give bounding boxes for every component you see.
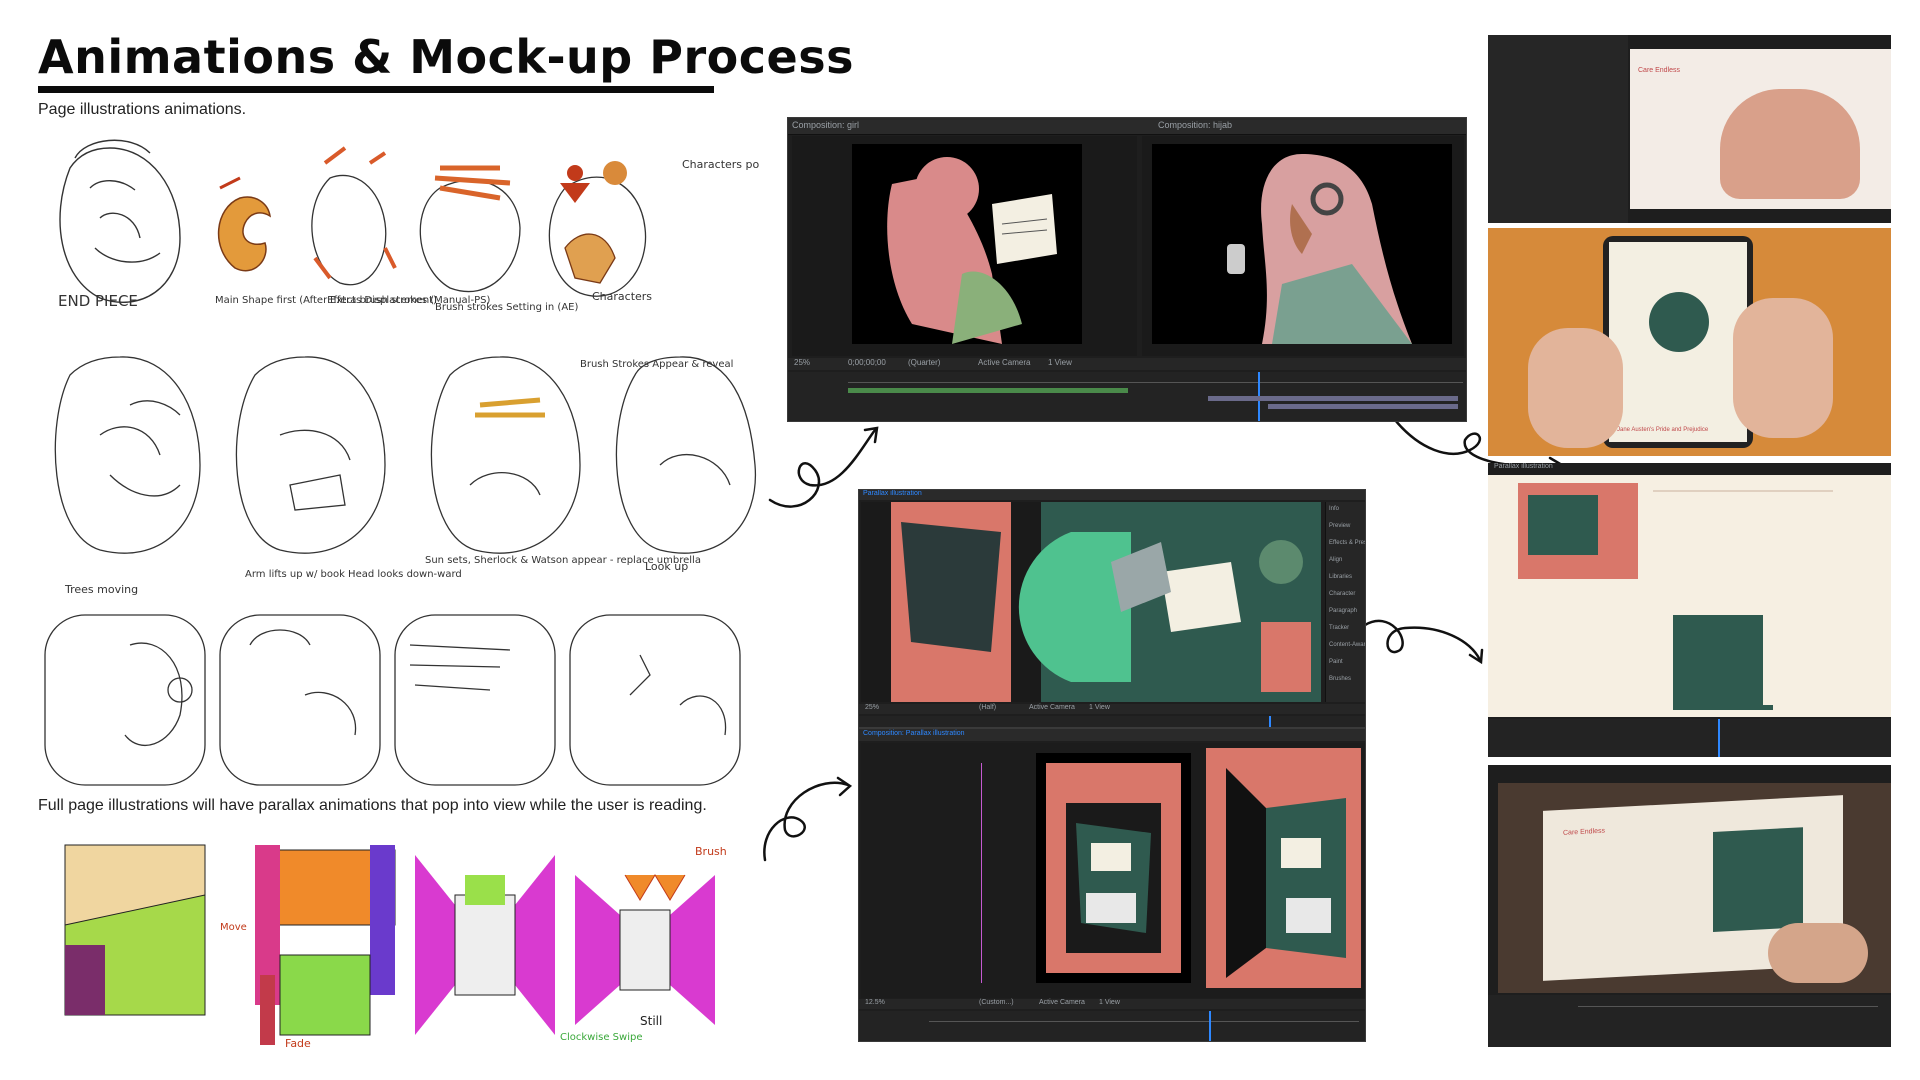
mockup-preview: Care Endless [1630,49,1891,209]
ae-sidebar-item[interactable]: Align [1329,557,1342,563]
ae-view-select[interactable]: 1 View [1099,999,1120,1006]
ae-panel-title[interactable]: Parallax illustration [863,490,922,497]
tablet-screen: Jane Austen's Pride and Prejudice [1609,242,1747,442]
ae-sidebar-item[interactable]: Effects & Presets [1329,540,1365,546]
ae-sidebar-item[interactable]: Content-Aware Fill [1329,642,1365,648]
ae-quality-select[interactable]: (Custom...) [979,999,1014,1006]
ae-viewer-toolbar: 25% (Half) Active Camera 1 View [859,704,1365,714]
ae-sidebar-item[interactable]: Tracker [1329,625,1349,631]
web-text-column [1653,490,1833,552]
laptop-illustration [1713,827,1803,932]
ae-timeline[interactable] [788,372,1466,421]
ae-panel-header: Parallax illustration [859,490,1365,500]
ae-sidebar-item[interactable]: Character [1329,591,1355,597]
tablet-illustration [1649,292,1709,352]
ae-panel-title[interactable]: Composition: Parallax illustration [863,730,965,737]
ae-sidepanel [1488,35,1628,223]
timeline-playhead[interactable] [1269,716,1271,727]
ae-viewer[interactable] [861,502,1321,702]
mockup-tablet-held: Jane Austen's Pride and Prejudice [1488,228,1891,456]
timeline-layer-bar[interactable] [1208,396,1458,401]
ae-viewer-toolbar: 12.5% (Custom...) Active Camera 1 View [859,999,1365,1009]
ae-right-sidebar: Info Preview Effects & Presets Align Librari… [1325,502,1365,702]
ae-viewer-right[interactable] [1142,136,1464,356]
hand-left [1528,328,1623,448]
ae-viewer-left[interactable] [792,136,1137,356]
hand-right [1733,298,1833,438]
web-panel-title: Parallax illustration [1494,463,1553,470]
hand-shape [1720,89,1860,199]
web-illustration-teal [1528,495,1598,555]
mockup-laptop: Care Endless [1488,765,1891,1047]
ae-view-select[interactable]: 1 View [1048,358,1072,367]
ae-viewer[interactable] [861,743,1365,998]
room-layer-illustration [1046,763,1181,973]
ae-window-characters: Composition: girl Composition: hijab 25%… [787,117,1467,422]
laptop-scene: Care Endless [1498,783,1891,993]
laptop-hand [1768,923,1868,983]
tablet-device: Jane Austen's Pride and Prejudice [1603,236,1753,448]
ae-zoom-select[interactable]: 25% [865,704,879,711]
viewer-canvas-girl [852,144,1082,344]
ae-window-parallax-layers: Composition: Parallax illustration 12.5% [858,728,1366,1042]
ae-viewer-toolbar: 25% 0;00;00;00 (Quarter) Active Camera 1… [788,358,1466,370]
mockup-web-layout: Parallax illustration [1488,463,1891,757]
ae-window-parallax: Parallax illustration Info Preview Effects… [858,489,1366,728]
timeline-layer-bar[interactable] [848,388,1128,393]
ae-sidebar-item[interactable]: Libraries [1329,574,1352,580]
ae-view-select[interactable]: 1 View [1089,704,1110,711]
ae-quality-select[interactable]: (Quarter) [908,358,940,367]
web-illustration-bottom [1673,615,1773,710]
layer-guide-left [981,763,982,983]
timeline-ruler [1578,1001,1878,1007]
ae-camera-select[interactable]: Active Camera [978,358,1030,367]
hijab-headphones-illustration [1227,154,1412,344]
viewer-canvas-hijab [1152,144,1452,344]
ae-camera-select[interactable]: Active Camera [1039,999,1085,1006]
ae-sidebar-item[interactable]: Info [1329,506,1339,512]
ae-timecode[interactable]: 0;00;00;00 [848,358,886,367]
ae-zoom-select[interactable]: 12.5% [865,999,885,1006]
ae-zoom-select[interactable]: 25% [794,358,810,367]
timeline-ruler [929,1015,1359,1022]
ae-panel-right-title[interactable]: Composition: hijab [1158,120,1232,130]
room-perspective-illustration [1206,748,1361,988]
ae-sidebar-item[interactable]: Preview [1329,523,1350,529]
arrow-from-parallax [763,781,850,862]
ae-sidebar-item[interactable]: Paint [1329,659,1343,665]
web-illustration-window [1763,605,1788,705]
ae-panel-header: Composition: girl Composition: hijab [788,118,1466,135]
layer-frame-back [1206,748,1361,988]
timeline-playhead[interactable] [1209,1011,1211,1041]
timeline-playhead[interactable] [1718,719,1720,757]
ae-panel-header: Composition: Parallax illustration [859,729,1365,741]
tablet-caption: Jane Austen's Pride and Prejudice [1617,427,1709,433]
mockup-tablet-hand: Care Endless [1488,35,1891,223]
ae-panel-left-title[interactable]: Composition: girl [792,120,859,130]
timeline-ruler [848,376,1463,383]
web-page [1488,475,1891,717]
ae-quality-select[interactable]: (Half) [979,704,996,711]
girl-reading-illustration [887,157,1057,344]
parallax-desk-illustration [861,502,1321,702]
mockup-caption: Care Endless [1638,67,1681,74]
ae-timeline[interactable] [1488,719,1891,757]
ae-camera-select[interactable]: Active Camera [1029,704,1075,711]
timeline-layer-bar[interactable] [1268,404,1458,409]
ae-sidebar-item[interactable]: Brushes [1329,676,1351,682]
ae-timeline[interactable] [859,1011,1365,1041]
layer-frame-front [1036,753,1191,983]
ae-sidebar-item[interactable]: Paragraph [1329,608,1357,614]
ae-timeline[interactable] [859,716,1365,727]
arrow-to-web [1363,619,1482,662]
laptop-caption: Care Endless [1563,827,1606,837]
ae-timeline[interactable] [1488,995,1891,1047]
